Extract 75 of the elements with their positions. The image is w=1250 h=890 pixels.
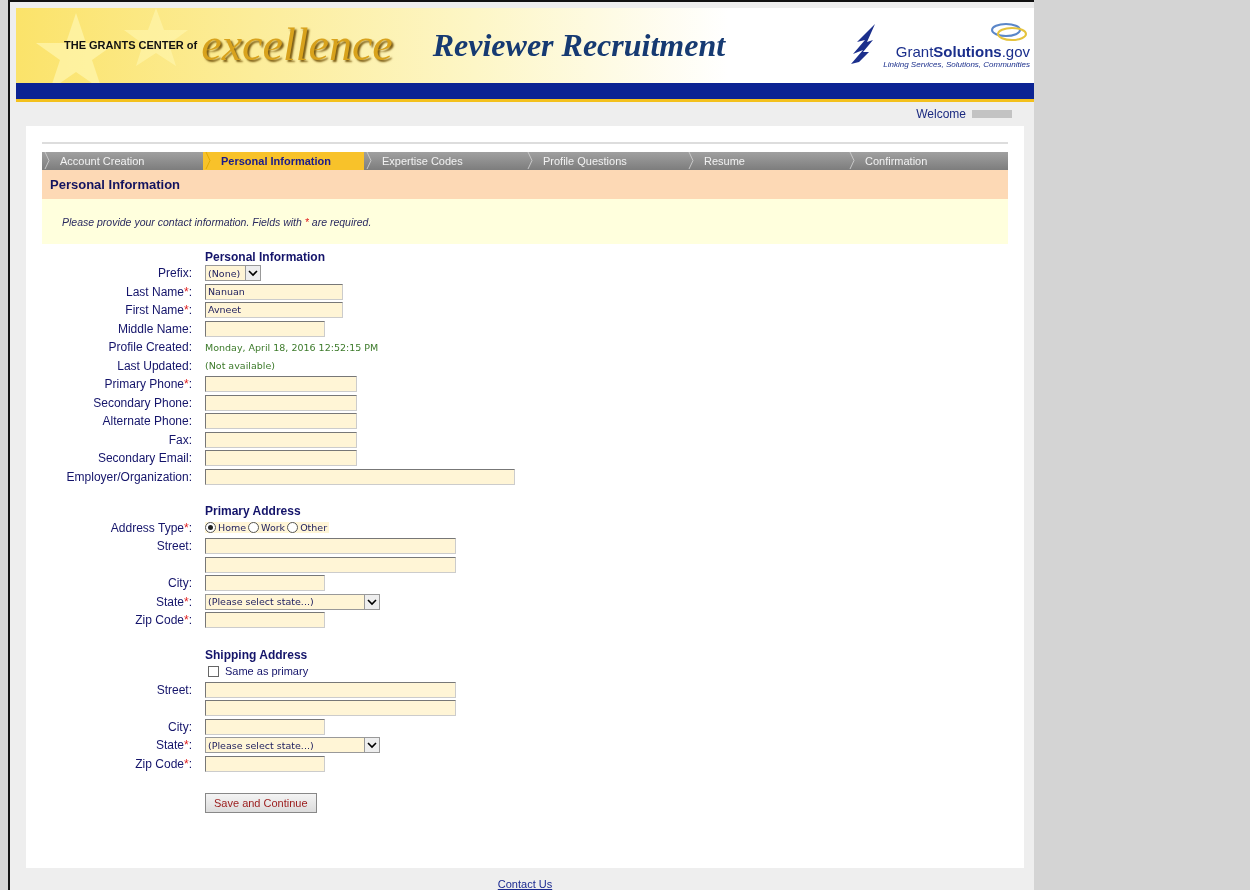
field-label: Street: xyxy=(156,539,192,554)
text-field[interactable] xyxy=(205,376,357,393)
chevron-icon xyxy=(688,152,694,170)
contact-link[interactable]: Contact Us xyxy=(497,878,553,890)
field-label: City: xyxy=(168,719,192,734)
step-tab[interactable]: Personal Information xyxy=(203,151,364,170)
section-heading: Primary Address xyxy=(205,503,302,519)
logo-tagline: Linking Services, Solutions, Communities xyxy=(883,60,1030,70)
caret-icon xyxy=(364,594,379,609)
field-label: Street: xyxy=(156,682,192,697)
info-value: Monday, April 18, 2016 12:52:15 PM xyxy=(205,341,379,353)
text-field[interactable] xyxy=(205,450,357,467)
text-field[interactable] xyxy=(205,538,456,555)
field-label: Address Type*: xyxy=(110,520,192,535)
text-field[interactable] xyxy=(205,575,325,592)
state-dropdown[interactable]: (Please select state...) xyxy=(205,593,380,610)
text-field[interactable] xyxy=(205,612,325,629)
text-field[interactable] xyxy=(205,718,325,735)
text-field[interactable] xyxy=(205,394,357,411)
radio-button[interactable] xyxy=(205,522,216,534)
banner-title: Reviewer Recruitment xyxy=(432,26,726,64)
field-label: State*: xyxy=(155,594,192,609)
logo-name: GrantSolutions.gov xyxy=(895,43,1030,61)
field-label: Profile Created: xyxy=(108,340,192,355)
save-button[interactable]: Save and Continue xyxy=(205,793,317,814)
radio-option[interactable]: Other xyxy=(287,522,328,534)
field-label: Prefix: xyxy=(157,266,192,281)
text-field[interactable]: Avneet xyxy=(205,302,343,319)
text-field[interactable] xyxy=(205,320,325,337)
field-label: City: xyxy=(168,576,192,591)
state-dropdown[interactable]: (Please select state...) xyxy=(205,737,380,754)
radio-button[interactable] xyxy=(287,522,299,534)
field-label: Employer/Organization: xyxy=(66,469,192,484)
radio-option[interactable]: Home xyxy=(205,522,247,534)
chevron-icon xyxy=(44,152,50,170)
field-label: Middle Name: xyxy=(117,321,192,336)
banner-prefix: THE GRANTS CENTER of xyxy=(64,39,198,52)
section-heading: Shipping Address xyxy=(205,646,309,662)
chevron-icon xyxy=(366,152,372,170)
field-label: Last Updated: xyxy=(117,358,192,373)
text-field[interactable] xyxy=(205,755,325,772)
text-field[interactable] xyxy=(205,681,456,698)
caret-icon xyxy=(245,266,260,281)
radio-option[interactable]: Work xyxy=(248,522,286,534)
text-field[interactable] xyxy=(205,413,357,430)
section-heading: Personal Information xyxy=(205,248,327,264)
banner-brand: excellence xyxy=(201,22,393,69)
caret-icon xyxy=(364,738,379,753)
prefix-dropdown[interactable]: (None) xyxy=(205,265,261,282)
field-label: Fax: xyxy=(168,432,192,447)
text-field[interactable] xyxy=(205,700,456,717)
text-field[interactable]: Nanuan xyxy=(205,283,343,300)
text-field[interactable] xyxy=(205,468,515,485)
chevron-icon xyxy=(849,152,855,170)
field-label: Zip Code*: xyxy=(135,756,192,771)
radio-button[interactable] xyxy=(248,522,260,534)
field-label: Last Name*: xyxy=(125,284,192,299)
checkbox[interactable] xyxy=(208,665,219,677)
field-label: Alternate Phone: xyxy=(102,414,192,429)
checkbox-option[interactable]: Same as primary xyxy=(205,665,309,678)
field-label: Primary Phone*: xyxy=(104,377,192,392)
field-label: Zip Code*: xyxy=(135,613,192,628)
redacted-name xyxy=(972,109,1012,118)
field-label: First Name*: xyxy=(125,303,192,318)
field-label: State*: xyxy=(155,738,192,753)
instruction-text: Please provide your contact information. Fields with * are required. xyxy=(62,215,372,228)
page-title: Personal Information xyxy=(42,169,1008,199)
chevron-icon xyxy=(205,152,211,170)
text-field[interactable] xyxy=(205,556,456,573)
chevron-icon xyxy=(527,152,533,170)
field-label: Secondary Phone: xyxy=(93,395,192,410)
field-label: Secondary Email: xyxy=(97,451,192,466)
welcome-text: Welcome xyxy=(916,106,966,121)
info-value: (Not available) xyxy=(205,360,275,372)
text-field[interactable] xyxy=(205,431,357,448)
